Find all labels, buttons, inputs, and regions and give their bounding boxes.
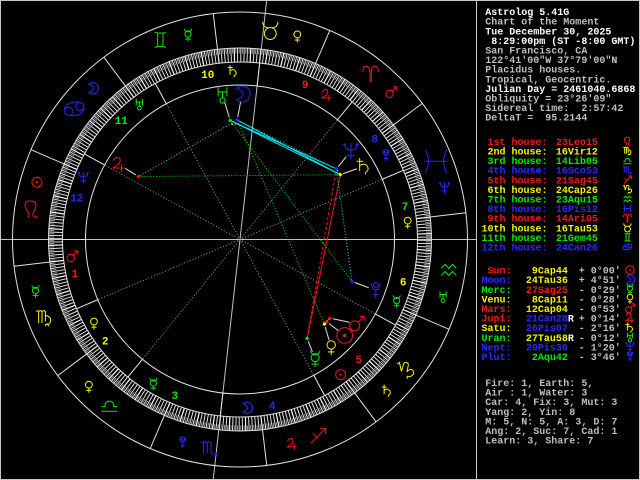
svg-text:12th house:: 12th house:	[482, 243, 548, 255]
svg-text:8: 8	[371, 134, 378, 146]
svg-text:- 3°46': - 3°46'	[579, 352, 621, 364]
svg-text:4: 4	[269, 401, 276, 413]
svg-text:12: 12	[70, 194, 83, 206]
svg-text:7: 7	[402, 202, 409, 214]
svg-text:9: 9	[302, 80, 309, 92]
svg-text:DeltaT = 95.2144: DeltaT = 95.2144	[485, 113, 587, 125]
svg-text:11: 11	[115, 116, 129, 128]
svg-text:2: 2	[102, 337, 109, 349]
svg-text:R: R	[568, 334, 574, 345]
svg-text:Learn: 3, Share: 7: Learn: 3, Share: 7	[485, 436, 593, 448]
svg-text:Plut:: Plut:	[482, 352, 512, 364]
svg-text:24Can26: 24Can26	[556, 244, 598, 255]
svg-text:6: 6	[400, 277, 407, 289]
svg-text:3: 3	[171, 391, 178, 403]
svg-text:2Aqu42: 2Aqu42	[526, 353, 568, 364]
svg-text:10: 10	[201, 70, 214, 82]
svg-text:1: 1	[72, 269, 79, 281]
svg-text:R: R	[568, 315, 574, 326]
svg-text:5: 5	[355, 355, 362, 367]
